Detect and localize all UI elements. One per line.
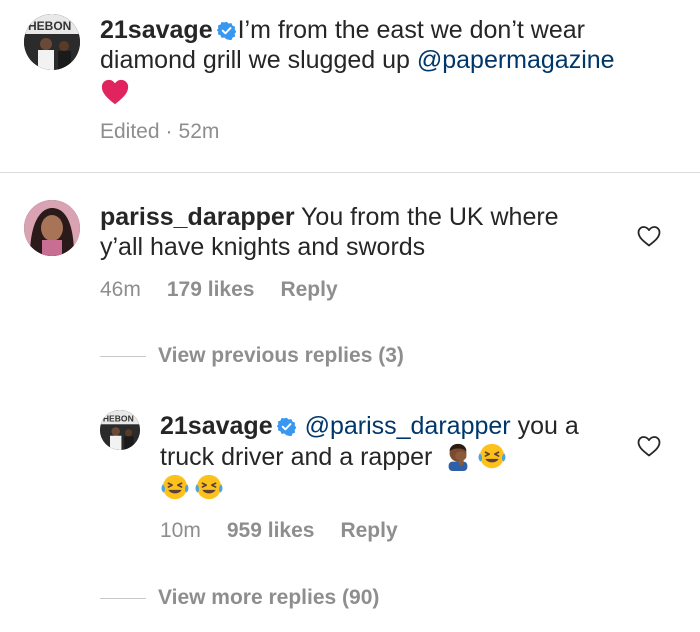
reply-likes[interactable]: 959 likes xyxy=(227,519,315,542)
face-with-tears-of-joy-emoji-icon xyxy=(194,472,224,502)
comment-time: 46m xyxy=(100,278,141,301)
view-previous-replies-label: View previous replies (3) xyxy=(158,344,404,367)
caption-time: 52m xyxy=(178,120,220,143)
face-with-tears-of-joy-emoji-icon xyxy=(160,472,190,502)
caption-username[interactable]: 21savage xyxy=(100,16,213,44)
red-heart-emoji-icon xyxy=(100,77,130,107)
view-more-replies-button[interactable]: View more replies (90) xyxy=(100,586,379,610)
comment-text: pariss_darapper You from the UK where y’… xyxy=(100,202,600,262)
reply-text: 21savage @pariss_darapper you a truck dr… xyxy=(160,411,600,503)
comment-like-heart-icon[interactable] xyxy=(637,225,661,247)
reply-time: 10m xyxy=(160,519,201,542)
caption-divider xyxy=(0,172,700,173)
reply-mention-link[interactable]: @pariss_darapper xyxy=(305,412,511,440)
verified-badge-icon xyxy=(276,417,296,436)
edited-label: Edited xyxy=(100,120,160,143)
svg-text:HEBON: HEBON xyxy=(28,19,71,33)
comment-username[interactable]: pariss_darapper xyxy=(100,203,295,231)
comment-likes[interactable]: 179 likes xyxy=(167,278,255,301)
comment-reply-button[interactable]: Reply xyxy=(280,278,337,301)
reply-meta: 10m 959 likes Reply xyxy=(160,519,424,543)
avatar-21savage-reply[interactable]: HEBON xyxy=(100,410,140,450)
replies-line xyxy=(100,597,146,599)
verified-badge-icon xyxy=(216,21,236,40)
caption-mention-link[interactable]: @papermagazine xyxy=(417,46,615,74)
reply-like-heart-icon[interactable] xyxy=(637,435,661,457)
caption-text: 21savage I’m from the east we don’t wear … xyxy=(100,15,680,108)
reply-reply-button[interactable]: Reply xyxy=(340,519,397,542)
man-facepalming-emoji-icon xyxy=(443,441,473,471)
svg-text:HEBON: HEBON xyxy=(103,413,134,423)
comment-meta: 46m 179 likes Reply xyxy=(100,278,364,302)
face-with-tears-of-joy-emoji-icon xyxy=(477,441,507,471)
meta-separator: · xyxy=(165,120,173,143)
replies-line xyxy=(100,355,146,357)
avatar-pariss-darapper[interactable] xyxy=(24,200,80,256)
caption-meta: Edited · 52m xyxy=(100,120,245,144)
view-more-replies-label: View more replies (90) xyxy=(158,586,380,609)
avatar-21savage[interactable]: HEBON xyxy=(24,14,80,70)
view-previous-replies-button[interactable]: View previous replies (3) xyxy=(100,344,404,368)
reply-username[interactable]: 21savage xyxy=(160,412,273,440)
